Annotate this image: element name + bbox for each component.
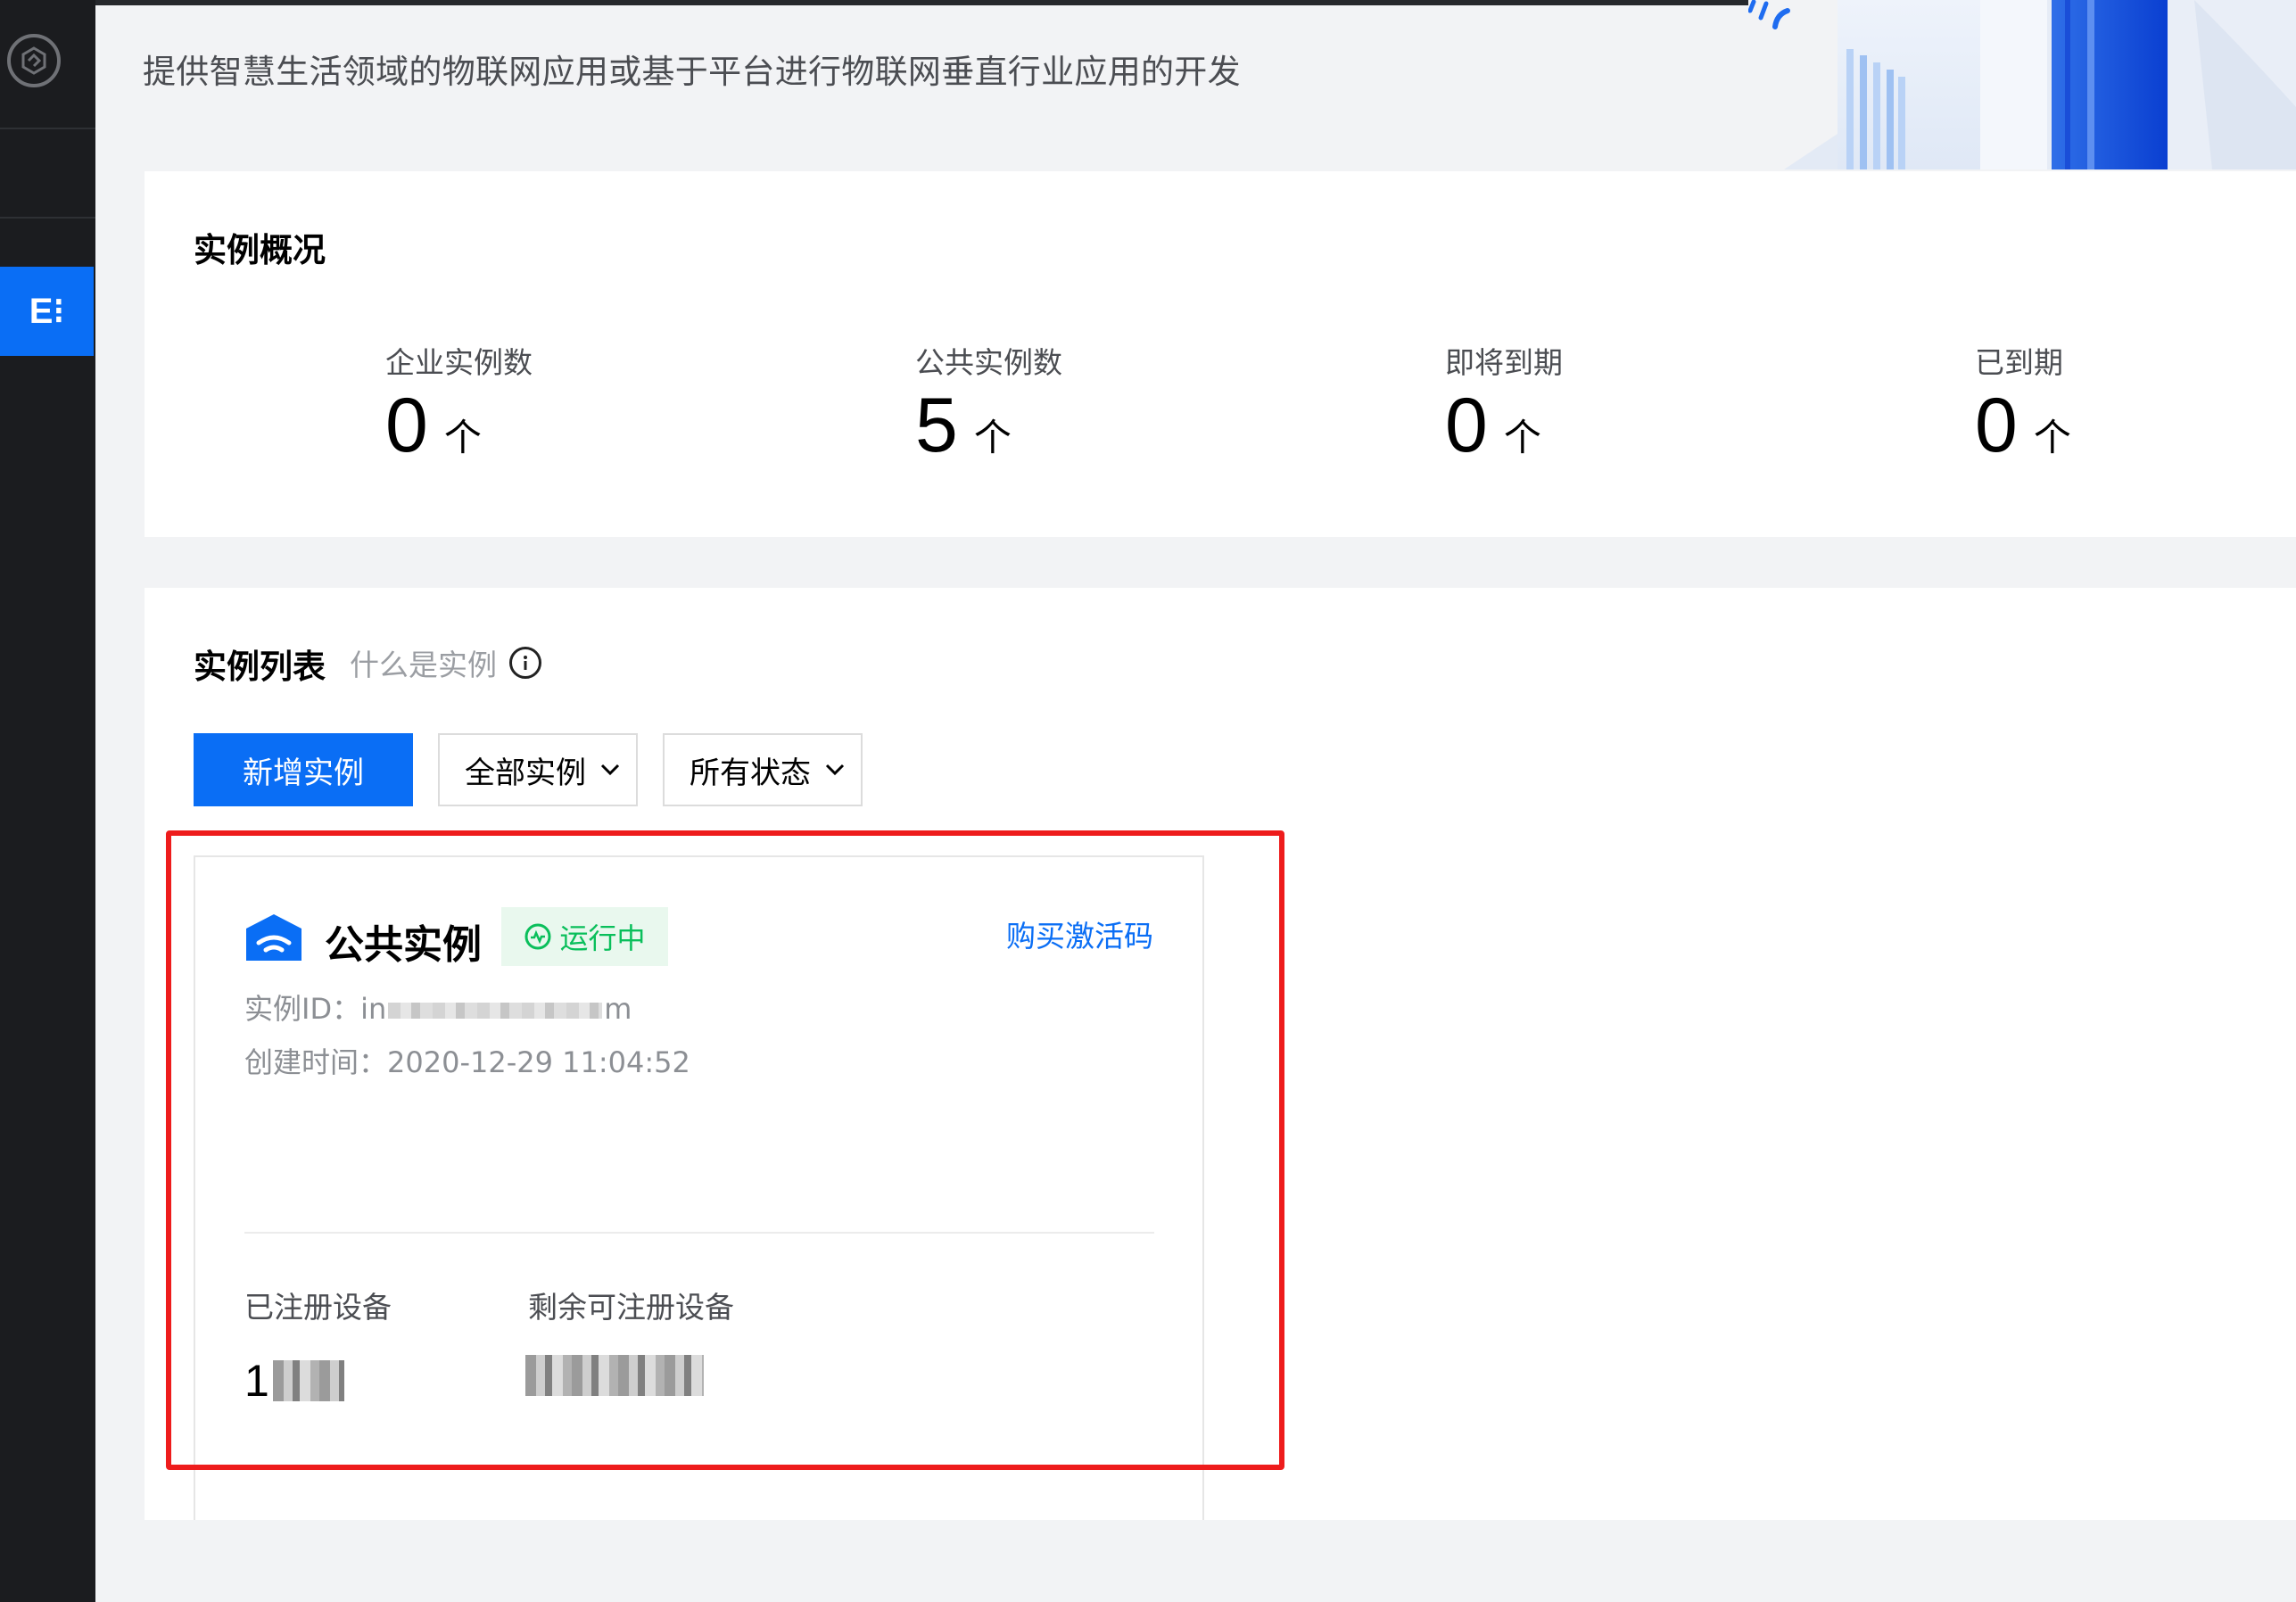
what-is-instance-help[interactable]: 什么是实例 <box>350 641 541 684</box>
overview-title: 实例概况 <box>194 231 326 269</box>
stat-label: 企业实例数 <box>385 345 533 380</box>
sidebar-divider <box>0 128 95 129</box>
stat-unit: 个 <box>973 416 1012 459</box>
stat-enterprise-instances: 企业实例数 0 个 <box>385 339 533 464</box>
instance-list-title: 实例列表 <box>194 648 326 686</box>
stat-value: 0 <box>1975 383 2018 468</box>
stat-expiring-soon: 即将到期 0 个 <box>1445 339 1563 464</box>
stat-value: 5 <box>915 383 958 468</box>
stat-unit: 个 <box>443 416 482 459</box>
sidebar: E⁝ <box>0 0 95 1602</box>
banner-illustration <box>1748 0 2296 169</box>
stat-label: 公共实例数 <box>915 345 1062 380</box>
instance-status-filter[interactable]: 所有状态 <box>663 733 863 806</box>
highlight-box <box>166 830 1284 1470</box>
page-description: 提供智慧生活领域的物联网应用或基于平台进行物联网垂直行业应用的开发 <box>143 53 1241 91</box>
stat-value: 0 <box>1445 383 1488 468</box>
stat-label: 已到期 <box>1975 345 2063 380</box>
stat-label: 即将到期 <box>1445 345 1563 380</box>
sidebar-divider <box>0 217 95 219</box>
filter-selected-value: 全部实例 <box>465 755 586 791</box>
add-instance-button[interactable]: 新增实例 <box>194 733 413 806</box>
sidebar-item-instances[interactable]: E⁝ <box>0 267 94 356</box>
stat-unit: 个 <box>1503 416 1541 459</box>
stat-expired: 已到期 0 个 <box>1975 339 2071 464</box>
filter-selected-value: 所有状态 <box>690 755 811 791</box>
stat-value: 0 <box>385 383 428 468</box>
instance-type-filter[interactable]: 全部实例 <box>438 733 638 806</box>
chevron-down-icon <box>825 764 845 776</box>
info-icon[interactable] <box>509 647 541 679</box>
chevron-down-icon <box>600 764 620 776</box>
instance-overview-card: 实例概况 企业实例数 0 个 公共实例数 5 个 即将到期 0 个 已到期 0 … <box>145 171 2296 537</box>
stat-public-instances: 公共实例数 5 个 <box>915 339 1062 464</box>
stat-unit: 个 <box>2033 416 2071 459</box>
help-text: 什么是实例 <box>350 648 497 682</box>
product-logo-icon[interactable] <box>7 34 61 87</box>
sidebar-item-label: E⁝ <box>29 292 65 331</box>
